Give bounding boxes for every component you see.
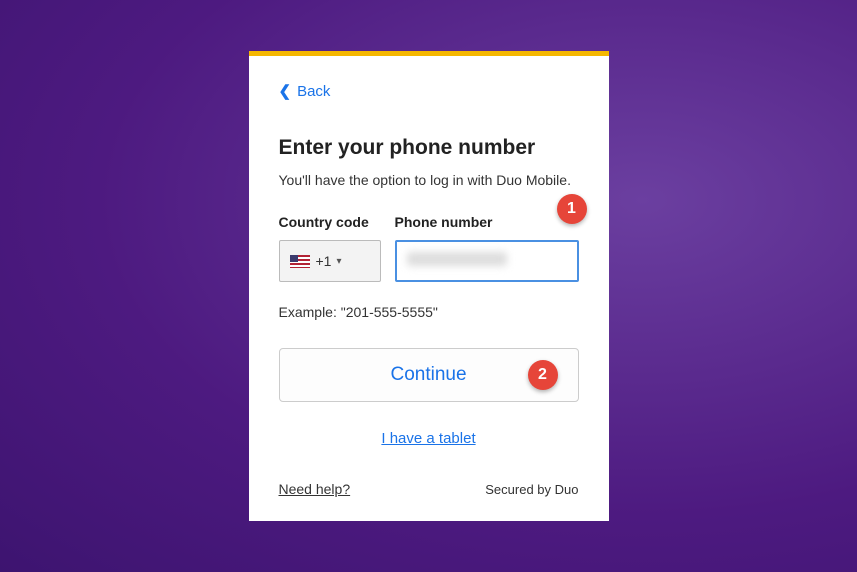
fields-row: Country code +1 ▾ Phone number 1 [279, 214, 579, 282]
secured-by-text: Secured by Duo [485, 482, 578, 497]
country-code-label: Country code [279, 214, 381, 230]
redacted-phone-value [407, 252, 507, 266]
back-link[interactable]: ❮ Back [279, 82, 331, 100]
country-code-value: +1 [316, 253, 332, 269]
continue-button[interactable]: Continue 2 [279, 348, 579, 402]
phone-number-group: Phone number 1 [395, 214, 579, 282]
dialog-footer: Need help? Secured by Duo [279, 481, 579, 497]
annotation-badge-1: 1 [557, 194, 587, 224]
tablet-link[interactable]: I have a tablet [279, 430, 579, 447]
us-flag-icon [290, 255, 310, 268]
annotation-badge-2: 2 [528, 360, 558, 390]
chevron-left-icon: ❮ [279, 82, 292, 100]
dropdown-caret-icon: ▾ [336, 256, 341, 267]
country-code-group: Country code +1 ▾ [279, 214, 381, 282]
page-title: Enter your phone number [279, 136, 579, 160]
phone-number-label: Phone number [395, 214, 579, 230]
continue-label: Continue [390, 364, 466, 386]
page-subtitle: You'll have the option to log in with Du… [279, 172, 579, 188]
auth-dialog: ❮ Back Enter your phone number You'll ha… [249, 51, 609, 521]
country-code-select[interactable]: +1 ▾ [279, 240, 381, 282]
help-link[interactable]: Need help? [279, 481, 351, 497]
example-text: Example: "201-555-5555" [279, 304, 579, 320]
back-label: Back [297, 83, 330, 100]
